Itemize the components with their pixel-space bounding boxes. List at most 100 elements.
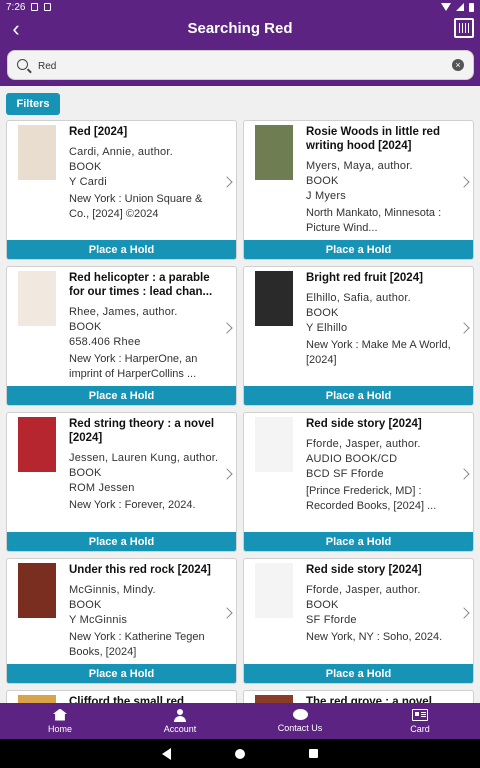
contact-icon: [292, 709, 308, 720]
place-hold-button[interactable]: Place a Hold: [244, 386, 473, 405]
book-cover[interactable]: [255, 563, 293, 618]
bottom-nav: Home Account Contact Us Card: [0, 703, 480, 739]
card-icon: [412, 708, 428, 721]
nav-card[interactable]: Card: [360, 703, 480, 739]
result-title[interactable]: Red [2024]: [69, 125, 222, 139]
result-format: BOOK: [69, 467, 102, 479]
place-hold-button[interactable]: Place a Hold: [244, 664, 473, 683]
page-title: Searching Red: [187, 20, 293, 37]
status-bar: 7:26: [0, 0, 480, 14]
book-cover[interactable]: [255, 125, 293, 180]
result-card[interactable]: Red side story [2024] Fforde, Jasper, aut…: [243, 412, 474, 552]
battery-icon: [469, 2, 474, 12]
result-publication: [Prince Frederick, MD] : Recorded Books,…: [306, 485, 437, 512]
search-icon: [17, 59, 28, 70]
system-nav-bar: [0, 739, 480, 768]
result-format: BOOK: [69, 599, 102, 611]
result-publication: North Mankato, Minnesota : Picture Wind.…: [306, 207, 442, 234]
place-hold-button[interactable]: Place a Hold: [7, 532, 236, 551]
result-card[interactable]: Bright red fruit [2024] Elhillo, Safia, a…: [243, 266, 474, 406]
system-back-icon[interactable]: [162, 747, 171, 760]
system-recents-icon[interactable]: [309, 749, 318, 758]
result-call-number: Y Cardi: [69, 176, 107, 188]
chevron-right-icon[interactable]: [221, 607, 233, 619]
nav-home-label: Home: [47, 723, 72, 734]
chevron-right-icon[interactable]: [221, 468, 233, 480]
result-info: Rosie Woods in little red writing hood […: [306, 125, 459, 236]
result-author: Jessen, Lauren Kung, author.: [69, 452, 219, 464]
result-card[interactable]: Under this red rock [2024] McGinnis, Mind…: [6, 558, 237, 684]
result-call-number: Y Elhillo: [306, 322, 348, 334]
book-cover[interactable]: [18, 271, 56, 326]
result-card[interactable]: Red string theory : a novel [2024] Jessen…: [6, 412, 237, 552]
chevron-right-icon[interactable]: [221, 176, 233, 188]
result-title[interactable]: Red helicopter : a parable for our times…: [69, 271, 222, 299]
result-author: Fforde, Jasper, author.: [306, 438, 421, 450]
filters-button[interactable]: Filters: [6, 93, 60, 115]
result-call-number: 658.406 Rhee: [69, 336, 141, 348]
signal-icon: [456, 3, 464, 11]
place-hold-button[interactable]: Place a Hold: [7, 664, 236, 683]
result-author: Cardi, Annie, author.: [69, 146, 173, 158]
result-info: Under this red rock [2024] McGinnis, Mind…: [69, 563, 222, 660]
notification-icon: [31, 3, 39, 11]
book-cover[interactable]: [255, 417, 293, 472]
book-cover[interactable]: [18, 125, 56, 180]
app-header: ‹ Searching Red ×: [0, 14, 480, 86]
chevron-right-icon[interactable]: [458, 468, 470, 480]
result-card[interactable]: Red helicopter : a parable for our times…: [6, 266, 237, 406]
home-icon: [53, 708, 67, 721]
result-info: Red side story [2024] Fforde, Jasper, aut…: [306, 417, 459, 514]
result-format: AUDIO BOOK/CD: [306, 453, 398, 465]
chevron-right-icon[interactable]: [221, 322, 233, 334]
result-info: Red string theory : a novel [2024] Jessen…: [69, 417, 222, 513]
chevron-right-icon[interactable]: [458, 607, 470, 619]
barcode-scan-icon[interactable]: [454, 18, 474, 38]
result-title[interactable]: Under this red rock [2024]: [69, 563, 222, 577]
result-call-number: J Myers: [306, 190, 346, 202]
result-card[interactable]: Red side story [2024] Fforde, Jasper, aut…: [243, 558, 474, 684]
status-time: 7:26: [6, 1, 26, 13]
search-input[interactable]: [38, 56, 438, 76]
result-title[interactable]: Red side story [2024]: [306, 417, 459, 431]
result-info: Red side story [2024] Fforde, Jasper, aut…: [306, 563, 459, 645]
result-title[interactable]: Red string theory : a novel [2024]: [69, 417, 222, 445]
place-hold-button[interactable]: Place a Hold: [7, 240, 236, 259]
result-publication: New York : Union Square & Co., [2024] ©2…: [69, 193, 203, 220]
place-hold-button[interactable]: Place a Hold: [244, 532, 473, 551]
result-title[interactable]: Bright red fruit [2024]: [306, 271, 459, 285]
result-title[interactable]: Red side story [2024]: [306, 563, 459, 577]
result-info: Bright red fruit [2024] Elhillo, Safia, a…: [306, 271, 459, 368]
place-hold-button[interactable]: Place a Hold: [244, 240, 473, 259]
chevron-right-icon[interactable]: [458, 176, 470, 188]
result-publication: New York : Katherine Tegen Books, [2024]: [69, 631, 205, 658]
nav-contact-us[interactable]: Contact Us: [240, 703, 360, 739]
system-home-icon[interactable]: [235, 748, 245, 759]
result-format: BOOK: [69, 161, 102, 173]
result-author: Elhillo, Safia, author.: [306, 292, 411, 304]
book-cover[interactable]: [18, 563, 56, 618]
search-bar: ×: [7, 50, 474, 80]
result-title[interactable]: Rosie Woods in little red writing hood […: [306, 125, 459, 153]
book-cover[interactable]: [18, 417, 56, 472]
clear-search-button[interactable]: ×: [452, 59, 464, 71]
result-publication: New York : Make Me A World, [2024]: [306, 339, 451, 366]
result-author: McGinnis, Mindy.: [69, 584, 156, 596]
nav-card-label: Card: [410, 723, 430, 734]
nav-account[interactable]: Account: [120, 703, 240, 739]
result-publication: New York, NY : Soho, 2024.: [306, 631, 443, 643]
result-card[interactable]: Rosie Woods in little red writing hood […: [243, 120, 474, 260]
nav-home[interactable]: Home: [0, 703, 120, 739]
result-info: Red [2024] Cardi, Annie, author. BOOK Y Car…: [69, 125, 222, 222]
result-publication: New York : HarperOne, an imprint of Harp…: [69, 353, 198, 380]
result-format: BOOK: [69, 321, 102, 333]
chevron-right-icon[interactable]: [458, 322, 470, 334]
result-format: BOOK: [306, 599, 339, 611]
result-format: BOOK: [306, 175, 339, 187]
result-call-number: BCD SF Fforde: [306, 468, 384, 480]
result-author: Rhee, James, author.: [69, 306, 178, 318]
place-hold-button[interactable]: Place a Hold: [7, 386, 236, 405]
result-author: Fforde, Jasper, author.: [306, 584, 421, 596]
book-cover[interactable]: [255, 271, 293, 326]
result-card[interactable]: Red [2024] Cardi, Annie, author. BOOK Y Car…: [6, 120, 237, 260]
